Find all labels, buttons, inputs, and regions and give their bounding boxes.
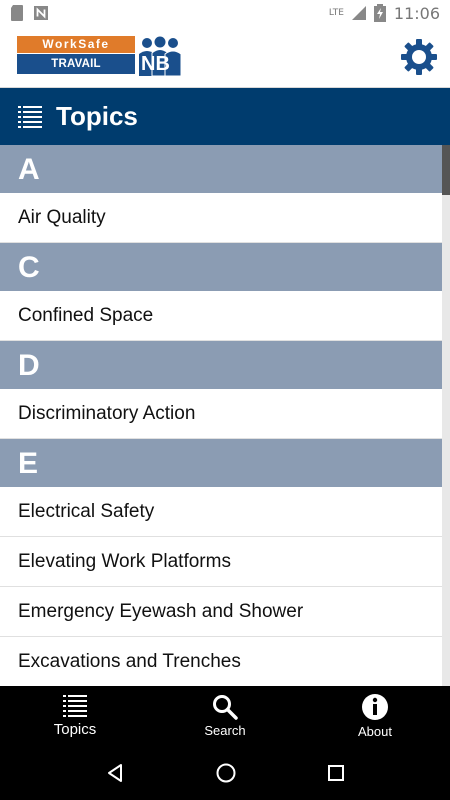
scrollbar-track[interactable] [442,145,450,686]
signal-icon [351,6,366,20]
section-header-d: D [0,341,450,389]
logo-worksafe-text: WorkSafe [17,36,135,53]
tab-topics-label: Topics [53,721,97,738]
topic-item-elevating-work-platforms[interactable]: Elevating Work Platforms [0,537,450,587]
scrollbar-thumb[interactable] [442,145,450,195]
topic-item-excavations-trenches[interactable]: Excavations and Trenches [0,637,450,686]
section-header-c: C [0,243,450,291]
tab-search[interactable]: Search [150,686,300,746]
recents-icon[interactable] [326,763,346,783]
status-bar: LTE 11:06 [0,0,450,26]
home-icon[interactable] [215,762,237,784]
back-icon[interactable] [104,762,126,784]
tab-search-label: Search [204,723,246,738]
bottom-navigation: Topics Search About [0,686,450,746]
logo-nb-text: NB [141,53,170,75]
tab-about[interactable]: About [300,686,450,746]
app-header: WorkSafe TRAVAIL SÉCURITAIRE NB [0,26,450,90]
battery-icon [373,4,386,22]
topic-item-air-quality[interactable]: Air Quality [0,193,450,243]
topic-list[interactable]: A Air Quality C Confined Space D Discrim… [0,145,450,686]
logo-travail-text: TRAVAIL SÉCURITAIRE [17,54,135,90]
section-header-e: E [0,439,450,487]
topic-item-emergency-eyewash[interactable]: Emergency Eyewash and Shower [0,587,450,637]
topic-item-electrical-safety[interactable]: Electrical Safety [0,487,450,537]
clock: 11:06 [393,3,440,23]
info-icon [362,694,388,720]
settings-gear-icon[interactable] [400,38,438,76]
topic-item-discriminatory-action[interactable]: Discriminatory Action [0,389,450,439]
topics-title-bar: Topics [0,88,450,145]
sd-card-icon [11,5,23,21]
tab-topics[interactable]: Topics [0,686,150,746]
n-notification-icon [34,6,48,20]
page-title: Topics [56,101,138,131]
tab-about-label: About [358,724,392,739]
topic-item-confined-space[interactable]: Confined Space [0,291,450,341]
system-navigation-bar [0,746,450,800]
list-icon [18,105,42,128]
section-header-a: A [0,145,450,193]
search-icon [213,695,238,720]
list-icon [63,695,87,717]
worksafe-nb-logo: WorkSafe TRAVAIL SÉCURITAIRE NB [17,36,185,90]
network-type: LTE [328,7,344,18]
